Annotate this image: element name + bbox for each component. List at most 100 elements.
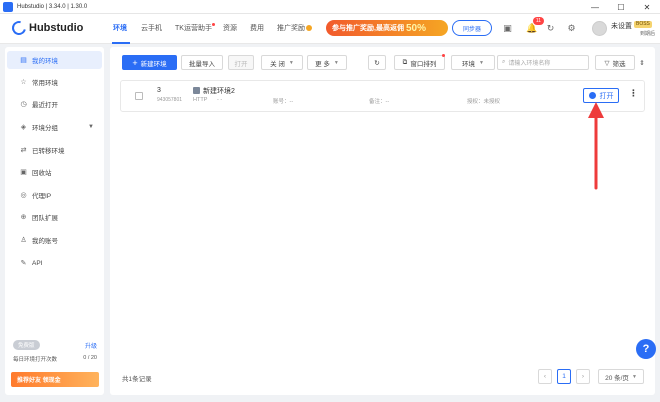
transfer-icon: ⇄: [20, 147, 27, 154]
refresh-icon: ↻: [374, 59, 380, 67]
page-size-label: 20 条/页: [605, 374, 629, 382]
new-environment-label: 新建环境: [140, 60, 167, 68]
nav-tab-tk-assistant[interactable]: TK运营助手: [175, 23, 215, 33]
chevron-down-icon: ▼: [333, 59, 339, 66]
sidebar-item-groups[interactable]: ◈ 环境分组 ▼: [7, 118, 102, 136]
filter-button[interactable]: ▽ 筛选: [595, 55, 635, 70]
sidebar-item-label: 常用环境: [32, 80, 58, 87]
maximize-button[interactable]: ☐: [608, 0, 634, 14]
window-arrange-button[interactable]: ⧉ 窗口排列: [394, 54, 445, 70]
coin-icon: [306, 25, 312, 32]
promo-percent: 50%: [405, 22, 426, 34]
sidebar-item-my-environments[interactable]: ▤ 我的环境: [7, 51, 102, 69]
close-dropdown[interactable]: 关 闭 ▼: [261, 55, 303, 70]
sidebar-item-label: 代理IP: [32, 193, 52, 200]
account-field: 账号：--: [273, 99, 294, 105]
chevron-down-icon: ▼: [631, 373, 637, 380]
clock-icon: ◷: [20, 101, 27, 108]
row-number: 3: [157, 87, 161, 94]
more-label: 更 多: [315, 60, 330, 68]
promo-text: 参与推广奖励,最高返佣: [332, 25, 404, 32]
close-window-button[interactable]: ✕: [634, 0, 660, 14]
sidebar-item-label: 已转移环境: [32, 148, 65, 155]
settings-icon[interactable]: ⚙: [566, 23, 577, 34]
proxy-address: - -: [217, 97, 223, 103]
sidebar-item-my-account[interactable]: ♙ 我的账号: [7, 231, 102, 249]
page-number[interactable]: 1: [557, 369, 571, 384]
logo-text: Hubstudio: [29, 22, 84, 34]
active-tab-indicator: [112, 42, 130, 44]
env-name[interactable]: 新建环境2: [203, 86, 235, 96]
upgrade-link[interactable]: 升级: [85, 341, 97, 350]
sidebar-item-label: API: [32, 259, 43, 267]
monitor-icon[interactable]: ▣: [502, 23, 513, 34]
open-button[interactable]: 打开: [228, 55, 254, 70]
promo-banner[interactable]: 参与推广奖励,最高返佣 50%: [326, 20, 448, 36]
filter-label: 筛选: [612, 60, 626, 68]
new-environment-button[interactable]: + 新建环境: [122, 55, 177, 70]
nav-tab-resources[interactable]: 资源: [223, 23, 237, 33]
logo-mark-icon: [9, 18, 29, 38]
plan-info: 免费版 升级 每日环境打开次数 0 / 20: [11, 337, 99, 367]
help-button[interactable]: ?: [636, 339, 656, 359]
globe-icon: ◎: [20, 192, 27, 199]
new-dot-icon: [442, 54, 445, 57]
more-options-icon[interactable]: ⋮: [629, 88, 638, 99]
search-placeholder: 请输入环境名称: [508, 61, 551, 67]
more-dropdown[interactable]: 更 多 ▼: [307, 55, 347, 70]
env-filter-label: 环境: [462, 60, 476, 68]
sidebar-item-label: 我的账号: [32, 238, 58, 245]
sort-icon: ⇕: [639, 59, 645, 67]
nav-tab-referral[interactable]: 推广奖励: [277, 23, 312, 33]
sync-button[interactable]: 同步器: [452, 20, 492, 36]
sidebar-item-team[interactable]: ⊕ 团队扩展: [7, 208, 102, 226]
prev-page-button[interactable]: ‹: [538, 369, 552, 384]
sidebar-item-proxy-ip[interactable]: ◎ 代理IP: [7, 186, 102, 204]
next-page-button[interactable]: ›: [576, 369, 590, 384]
batch-import-button[interactable]: 批量导入: [181, 55, 223, 70]
sidebar-item-frequent[interactable]: ☆ 常用环境: [7, 73, 102, 91]
chevron-down-icon: ▼: [479, 59, 484, 66]
window-title: Hubstudio | 3.34.0 | 1.30.0: [17, 3, 88, 10]
minimize-button[interactable]: —: [582, 0, 608, 14]
sidebar: ▤ 我的环境 ☆ 常用环境 ◷ 最近打开 ◈ 环境分组 ▼ ⇄ 已转移环境 ▣ …: [5, 47, 104, 395]
refresh-button[interactable]: ↻: [368, 55, 386, 70]
trash-icon: ▣: [20, 169, 27, 176]
total-records: 共1条记录: [122, 376, 152, 383]
refresh-clock-icon[interactable]: ↻: [545, 23, 556, 34]
sidebar-item-recent[interactable]: ◷ 最近打开: [7, 95, 102, 113]
sidebar-item-label: 我的环境: [32, 58, 58, 65]
sort-button[interactable]: ⇕: [637, 55, 647, 70]
sidebar-item-recycle-bin[interactable]: ▣ 回收站: [7, 163, 102, 181]
sidebar-item-label: 最近打开: [32, 102, 58, 109]
browser-icon: [588, 92, 596, 99]
auth-status: 授权：未授权: [467, 99, 501, 105]
table-row[interactable]: 3 943057801 新建环境2 HTTP - - 账号：-- 备注：-- 授…: [120, 80, 645, 112]
pen-icon: ✎: [20, 260, 27, 267]
nav-tab-cloud-phone[interactable]: 云手机: [141, 23, 162, 33]
nav-tab-billing[interactable]: 费用: [250, 23, 264, 33]
window-arrange-label: 窗口排列: [410, 60, 437, 68]
sidebar-item-label: 环境分组: [32, 125, 58, 132]
logo: Hubstudio: [9, 18, 84, 38]
nav-tab-referral-label: 推广奖励: [277, 25, 305, 32]
sidebar-item-api[interactable]: ✎ API: [7, 254, 102, 272]
env-filter-select[interactable]: 环境 ▼: [451, 55, 495, 70]
username[interactable]: 未设置: [611, 21, 632, 31]
chevron-right-icon: ›: [581, 373, 585, 380]
row-checkbox[interactable]: [135, 92, 143, 100]
page-size-select[interactable]: 20 条/页 ▼: [598, 369, 644, 384]
sidebar-item-transferred[interactable]: ⇄ 已转移环境: [7, 141, 102, 159]
daily-open-count: 0 / 20: [83, 355, 97, 361]
title-bar: Hubstudio | 3.34.0 | 1.30.0 — ☐ ✕: [0, 0, 660, 14]
invite-banner[interactable]: 推荐好友 领现金: [11, 372, 99, 387]
annotation-arrow-icon: [588, 102, 604, 190]
avatar[interactable]: [592, 21, 607, 36]
chevron-down-icon: ▼: [88, 124, 94, 130]
plus-icon: +: [132, 57, 138, 68]
nav-tab-environments[interactable]: 环境: [113, 23, 127, 33]
search-input[interactable]: ⌕ 请输入环境名称: [497, 55, 589, 70]
close-label: 关 闭: [270, 60, 285, 68]
environment-icon: ▤: [20, 57, 27, 64]
app-icon: [3, 1, 13, 12]
